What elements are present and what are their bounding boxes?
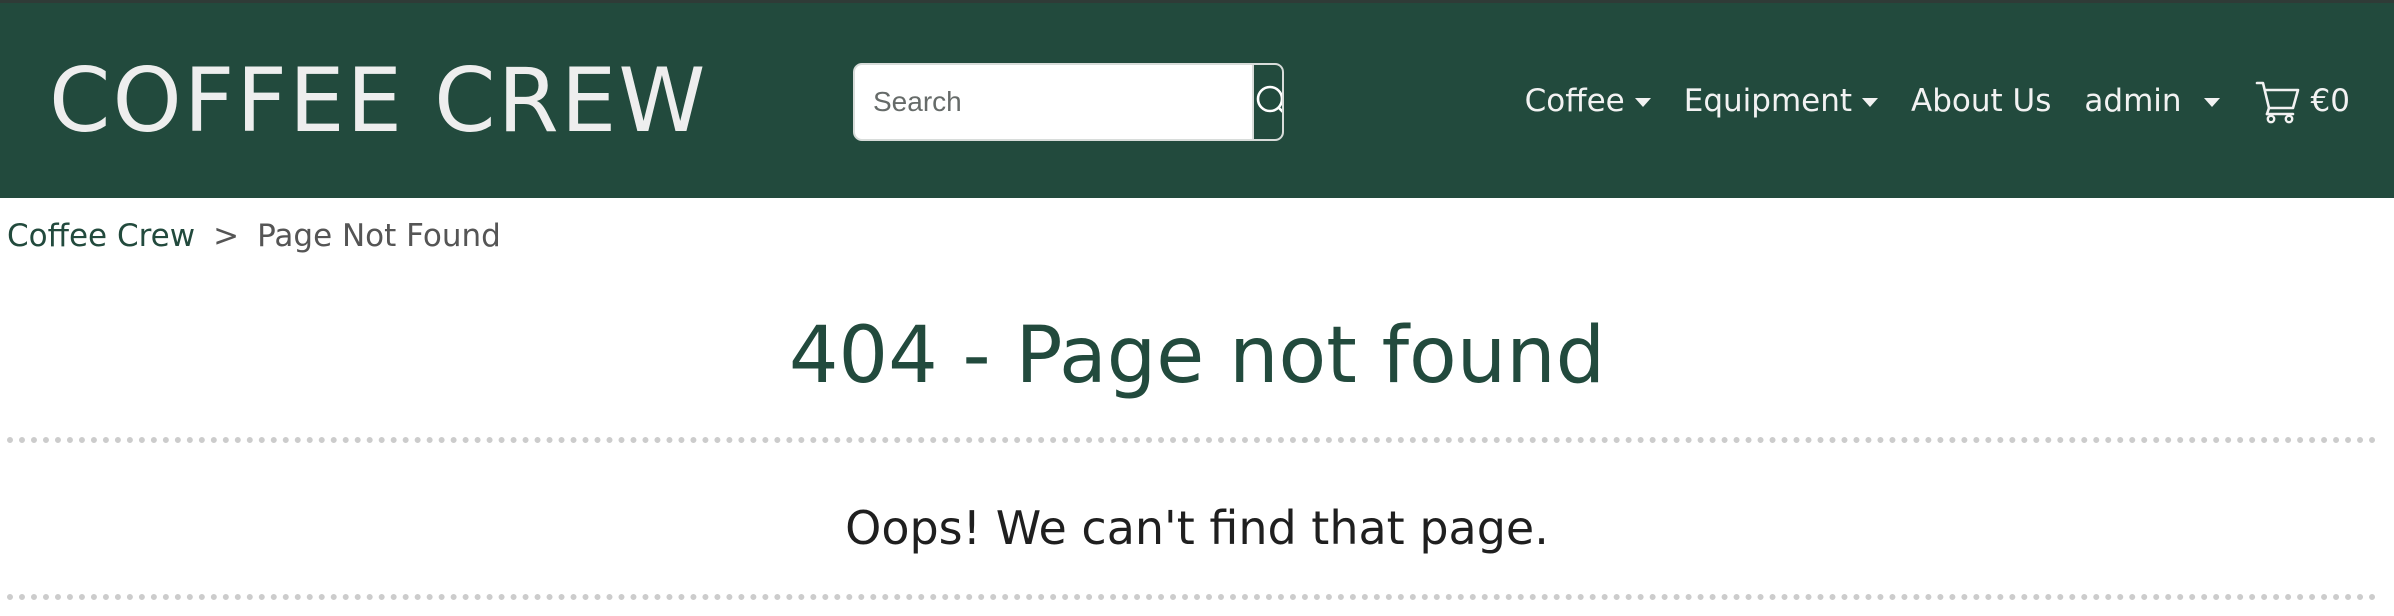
brand-logo[interactable]: COFFEE CREW xyxy=(49,51,707,151)
cart-link[interactable]: €0 xyxy=(2255,78,2350,124)
breadcrumb: Coffee Crew > Page Not Found xyxy=(7,218,501,254)
nav-equipment-dropdown[interactable]: Equipment xyxy=(1683,83,1879,119)
nav-coffee-label: Coffee xyxy=(1524,83,1625,119)
nav-user-label: admin xyxy=(2084,83,2182,119)
search-button[interactable] xyxy=(1252,65,1282,139)
breadcrumb-current: Page Not Found xyxy=(257,218,501,254)
nav-coffee-dropdown[interactable]: Coffee xyxy=(1525,83,1651,119)
nav-user-dropdown[interactable]: admin xyxy=(2084,83,2220,119)
search-icon xyxy=(1256,85,1282,113)
nav-about-label: About Us xyxy=(1911,83,2052,119)
breadcrumb-separator: > xyxy=(213,218,240,254)
nav-about-link[interactable]: About Us xyxy=(1911,83,2051,119)
search-input[interactable] xyxy=(855,65,1252,139)
chevron-down-icon xyxy=(1634,98,1651,107)
navbar: COFFEE CREW Coffee Equipment About Us ad… xyxy=(0,0,2394,198)
cart-total: €0 xyxy=(2310,83,2350,119)
nav-menu: Coffee Equipment About Us admin €0 xyxy=(1492,73,2350,129)
page-title: 404 - Page not found xyxy=(788,311,1606,401)
error-message: Oops! We can't find that page. xyxy=(845,501,1549,555)
chevron-down-icon xyxy=(2203,98,2220,107)
search-form xyxy=(853,63,1284,141)
divider xyxy=(7,594,2377,600)
divider xyxy=(7,437,2377,443)
breadcrumb-home-link[interactable]: Coffee Crew xyxy=(7,218,195,254)
cart-icon xyxy=(2255,81,2299,124)
chevron-down-icon xyxy=(1862,98,1879,107)
nav-equipment-label: Equipment xyxy=(1683,83,1853,119)
